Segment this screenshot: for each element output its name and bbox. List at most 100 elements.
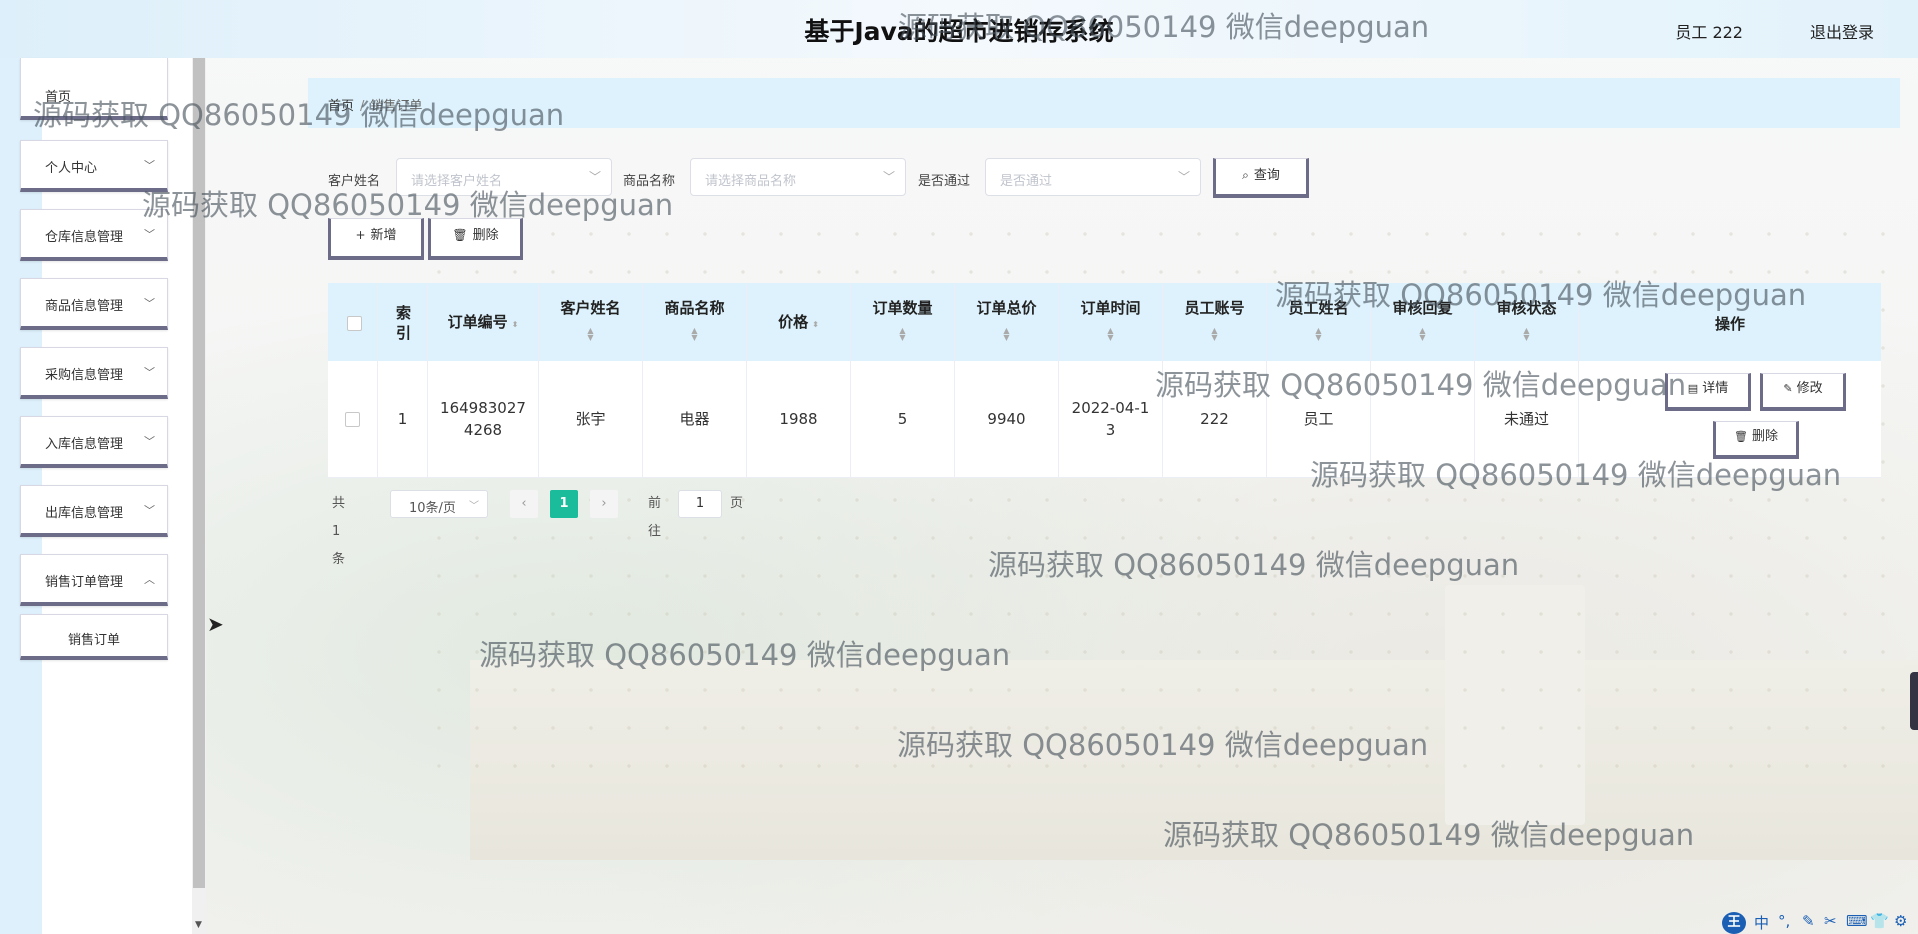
cell-review-reply: [1371, 361, 1475, 477]
breadcrumb-bar: 首页 / 销售订单: [308, 78, 1900, 128]
sidebar-item-purchase[interactable]: 采购信息管理 ﹀: [20, 347, 168, 399]
cell-product: 电器: [643, 361, 747, 477]
shirt-icon[interactable]: 👕: [1870, 912, 1889, 930]
detail-button[interactable]: ▤ 详情: [1665, 373, 1751, 411]
chevron-down-icon: ﹀: [588, 170, 601, 184]
sidebar-scrollbar[interactable]: ▼: [192, 58, 206, 934]
cell-time: 2022-04-13: [1059, 361, 1163, 477]
gear-icon[interactable]: ⚙: [1894, 912, 1907, 930]
column-header-label: 价格 ⬍: [747, 311, 850, 332]
cell-emp-account: 222: [1163, 361, 1267, 477]
sort-icon: ▲ ▼: [1107, 326, 1114, 342]
scissors-icon[interactable]: ✂: [1824, 912, 1837, 930]
header-emp-account[interactable]: 员工账号 ▲ ▼: [1163, 283, 1267, 361]
row-checkbox[interactable]: [345, 412, 360, 427]
sort-icon: ▲ ▼: [587, 326, 594, 342]
approved-label: 是否通过: [918, 174, 971, 189]
prev-page-button[interactable]: ‹: [510, 490, 538, 518]
ime-toolbar[interactable]: 王 中 °, ✎ ✂ ⌨ 👕 ⚙: [1722, 908, 1918, 934]
chevron-down-icon: ﹀: [144, 297, 155, 310]
sort-icon: ▲ ▼: [1523, 326, 1530, 342]
detail-button-label: 详情: [1702, 381, 1729, 396]
header-customer[interactable]: 客户姓名 ▲ ▼: [539, 283, 643, 361]
sidebar-item-label: 入库信息管理: [45, 437, 124, 452]
page-number-button[interactable]: 1: [550, 490, 578, 518]
product-select[interactable]: 请选择商品名称 ﹀: [690, 158, 906, 196]
chevron-up-icon: ︿: [144, 573, 155, 586]
page-size-select[interactable]: 10条/页 ﹀: [390, 490, 488, 518]
select-all-checkbox[interactable]: [347, 316, 362, 331]
approved-placeholder: 是否通过: [1000, 174, 1053, 189]
approved-select[interactable]: 是否通过 ﹀: [985, 158, 1201, 196]
row-select-cell: [328, 361, 378, 477]
top-header: 基于Java的超市进销存系统 员工 222 退出登录: [0, 0, 1918, 58]
side-widget[interactable]: [1910, 672, 1918, 730]
customer-select[interactable]: 请选择客户姓名 ﹀: [396, 158, 612, 196]
sidebar-item-sales-orders[interactable]: 销售订单: [20, 614, 168, 660]
punctuation-icon[interactable]: °,: [1778, 912, 1790, 930]
next-page-button[interactable]: ›: [590, 490, 618, 518]
add-button-label: 新增: [370, 228, 397, 243]
breadcrumb: 首页 / 销售订单: [328, 95, 422, 114]
sidebar-item-label: 仓库信息管理: [45, 230, 124, 245]
ime-logo-icon[interactable]: 王: [1722, 912, 1746, 934]
search-icon: ⌕: [1242, 168, 1249, 182]
header-order-no[interactable]: 订单编号 ⬍: [428, 283, 539, 361]
pen-icon[interactable]: ✎: [1802, 912, 1815, 930]
header-product[interactable]: 商品名称 ▲ ▼: [643, 283, 747, 361]
logout-link[interactable]: 退出登录: [1810, 19, 1874, 43]
scroll-down-arrow-icon[interactable]: ▼: [195, 920, 202, 930]
column-header-label: 审核状态: [1496, 299, 1557, 317]
query-button[interactable]: ⌕ 查询: [1213, 158, 1309, 198]
sidebar-item-personal-center[interactable]: 个人中心 ﹀: [20, 140, 168, 192]
edit-button[interactable]: ✎ 修改: [1760, 373, 1846, 411]
header-time[interactable]: 订单时间 ▲ ▼: [1059, 283, 1163, 361]
sidebar-item-product[interactable]: 商品信息管理 ﹀: [20, 278, 168, 330]
cell-customer: 张宇: [539, 361, 643, 477]
cell-text: 员工: [1303, 410, 1334, 428]
cell-text: 电器: [679, 410, 710, 428]
header-price[interactable]: 价格 ⬍: [747, 283, 851, 361]
column-header-label: 订单总价: [976, 299, 1037, 317]
cell-text: 1: [397, 410, 408, 428]
header-index: 索引: [378, 283, 428, 361]
header-total[interactable]: 订单总价 ▲ ▼: [955, 283, 1059, 361]
sort-icon: ▲ ▼: [1003, 326, 1010, 342]
sort-icon: ▲ ▼: [1211, 326, 1218, 342]
header-emp-name[interactable]: 员工姓名 ▲ ▼: [1267, 283, 1371, 361]
breadcrumb-home[interactable]: 首页: [328, 99, 354, 114]
scrollbar-thumb[interactable]: [193, 58, 205, 888]
batch-delete-label: 删除: [472, 228, 499, 243]
sort-icon: ▲ ▼: [691, 326, 698, 342]
sidebar-item-label: 商品信息管理: [45, 299, 124, 314]
sidebar-item-home[interactable]: 首页: [20, 58, 168, 120]
sidebar-item-inbound[interactable]: 入库信息管理 ﹀: [20, 416, 168, 468]
batch-delete-button[interactable]: 🗑 删除: [428, 218, 523, 260]
delete-button-label: 删除: [1751, 429, 1778, 444]
table-row: 1 1649830274268 张宇 电器 1988 5 9940 2022-0…: [328, 361, 1881, 478]
table-header: 索引 订单编号 ⬍ 客户姓名 ▲ ▼ 商品名称 ▲ ▼ 价格 ⬍ 订单数量 ▲ ▼ 订单总…: [328, 283, 1881, 361]
cell-text: 5: [897, 410, 908, 428]
delete-button[interactable]: 🗑 删除: [1713, 421, 1799, 459]
keyboard-icon[interactable]: ⌨: [1846, 912, 1868, 930]
product-placeholder: 请选择商品名称: [705, 174, 797, 189]
breadcrumb-separator: /: [360, 99, 365, 114]
goto-page-input[interactable]: 1: [678, 490, 722, 518]
cell-review-status: 未通过: [1475, 361, 1579, 477]
goto-label: 前往: [648, 496, 662, 539]
header-quantity[interactable]: 订单数量 ▲ ▼: [851, 283, 955, 361]
sidebar-item-warehouse[interactable]: 仓库信息管理 ﹀: [20, 209, 168, 261]
cell-order-no: 1649830274268: [428, 361, 539, 477]
sidebar-item-outbound[interactable]: 出库信息管理 ﹀: [20, 485, 168, 537]
sidebar-item-label: 个人中心: [45, 161, 98, 176]
add-button[interactable]: + 新增: [328, 218, 424, 260]
header-select-all-cell: [328, 283, 378, 361]
column-header-label: 审核回复: [1392, 299, 1453, 317]
column-header-label: 商品名称: [664, 299, 725, 317]
ime-mode-indicator[interactable]: 中: [1754, 912, 1769, 933]
edit-icon: ✎: [1783, 382, 1793, 395]
header-review-status[interactable]: 审核状态 ▲ ▼: [1475, 283, 1579, 361]
sidebar-item-sales-orders-group[interactable]: 销售订单管理 ︿: [20, 554, 168, 606]
header-review-reply[interactable]: 审核回复 ▲ ▼: [1371, 283, 1475, 361]
sort-icon: ⬍: [812, 320, 819, 329]
